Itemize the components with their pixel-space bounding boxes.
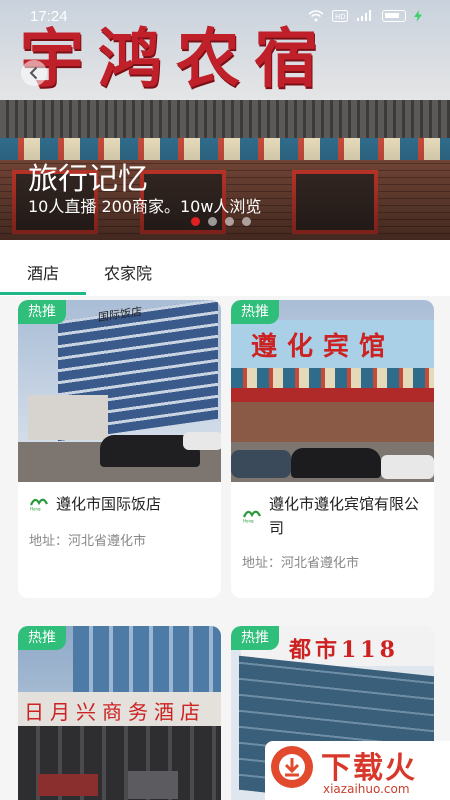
svg-text:Hong: Hong: [243, 519, 254, 524]
status-icons: HD: [308, 10, 422, 22]
hotel-logo-icon: Hong: [242, 510, 261, 524]
carousel-indicator: [191, 217, 251, 226]
download-icon: [271, 746, 313, 788]
watermark-logo: 下载火 xiazaihuo.com: [265, 741, 450, 800]
carousel-dot[interactable]: [225, 217, 234, 226]
svg-text:Hong: Hong: [30, 507, 41, 512]
hero-banner[interactable]: 宇鸿农宿 17:24 HD 旅行记忆 10人直播 200商家。10w人浏览: [0, 0, 450, 240]
watermark-url: xiazaihuo.com: [323, 782, 410, 796]
hero-subtitle: 10人直播 200商家。10w人浏览: [28, 197, 262, 216]
tab-farmhouse[interactable]: 农家院: [104, 260, 152, 284]
hotel-name: 遵化市遵化宾馆有限公司: [269, 495, 420, 537]
back-button[interactable]: [21, 60, 47, 86]
hotel-card[interactable]: 遵化宾馆 热推 Hong 遵化市遵化宾馆有限公司 地址：河北省遵化市: [231, 300, 434, 598]
hotel-card[interactable]: 国际饭店 热推 Hong 遵化市国际饭店 地址：河北省遵化市: [18, 300, 221, 598]
hotel-address: 地址：河北省遵化市: [242, 556, 360, 571]
status-bar: 17:24 HD: [0, 0, 450, 32]
tab-hotel[interactable]: 酒店: [27, 260, 59, 284]
status-time: 17:24: [30, 7, 68, 25]
hot-badge: 热推: [18, 626, 66, 650]
hotel-image-sign: 都市118: [289, 637, 399, 663]
hotel-card[interactable]: 日月兴商务酒店 热推: [18, 626, 221, 800]
hot-badge: 热推: [18, 300, 66, 324]
carousel-dot[interactable]: [242, 217, 251, 226]
hotel-image: 国际饭店: [18, 300, 221, 482]
hot-badge: 热推: [231, 626, 279, 650]
hero-title: 旅行记忆: [28, 162, 148, 197]
chevron-left-icon: [29, 66, 38, 80]
watermark-text: 下载火: [321, 751, 417, 786]
svg-text:HD: HD: [335, 13, 346, 21]
charging-icon: [414, 10, 422, 22]
hot-badge: 热推: [231, 300, 279, 324]
signal-icon: [357, 10, 371, 21]
hotel-address: 地址：河北省遵化市: [29, 534, 147, 549]
battery-icon: [382, 10, 406, 22]
hotel-image-sign: 日月兴商务酒店: [24, 700, 206, 724]
hero-roof: [0, 100, 450, 138]
hotel-image-sign: 遵化宾馆: [251, 332, 396, 362]
carousel-dot[interactable]: [191, 217, 200, 226]
tab-active-indicator: [0, 292, 86, 295]
hotel-image: 日月兴商务酒店: [18, 626, 221, 800]
hd-icon: HD: [332, 10, 348, 22]
category-tabs: 酒店 农家院: [0, 240, 450, 296]
carousel-dot[interactable]: [208, 217, 217, 226]
wifi-icon: [308, 10, 324, 22]
hotel-name: 遵化市国际饭店: [56, 495, 162, 513]
hotel-logo-icon: Hong: [29, 498, 48, 512]
hotel-image: 遵化宾馆: [231, 300, 434, 482]
